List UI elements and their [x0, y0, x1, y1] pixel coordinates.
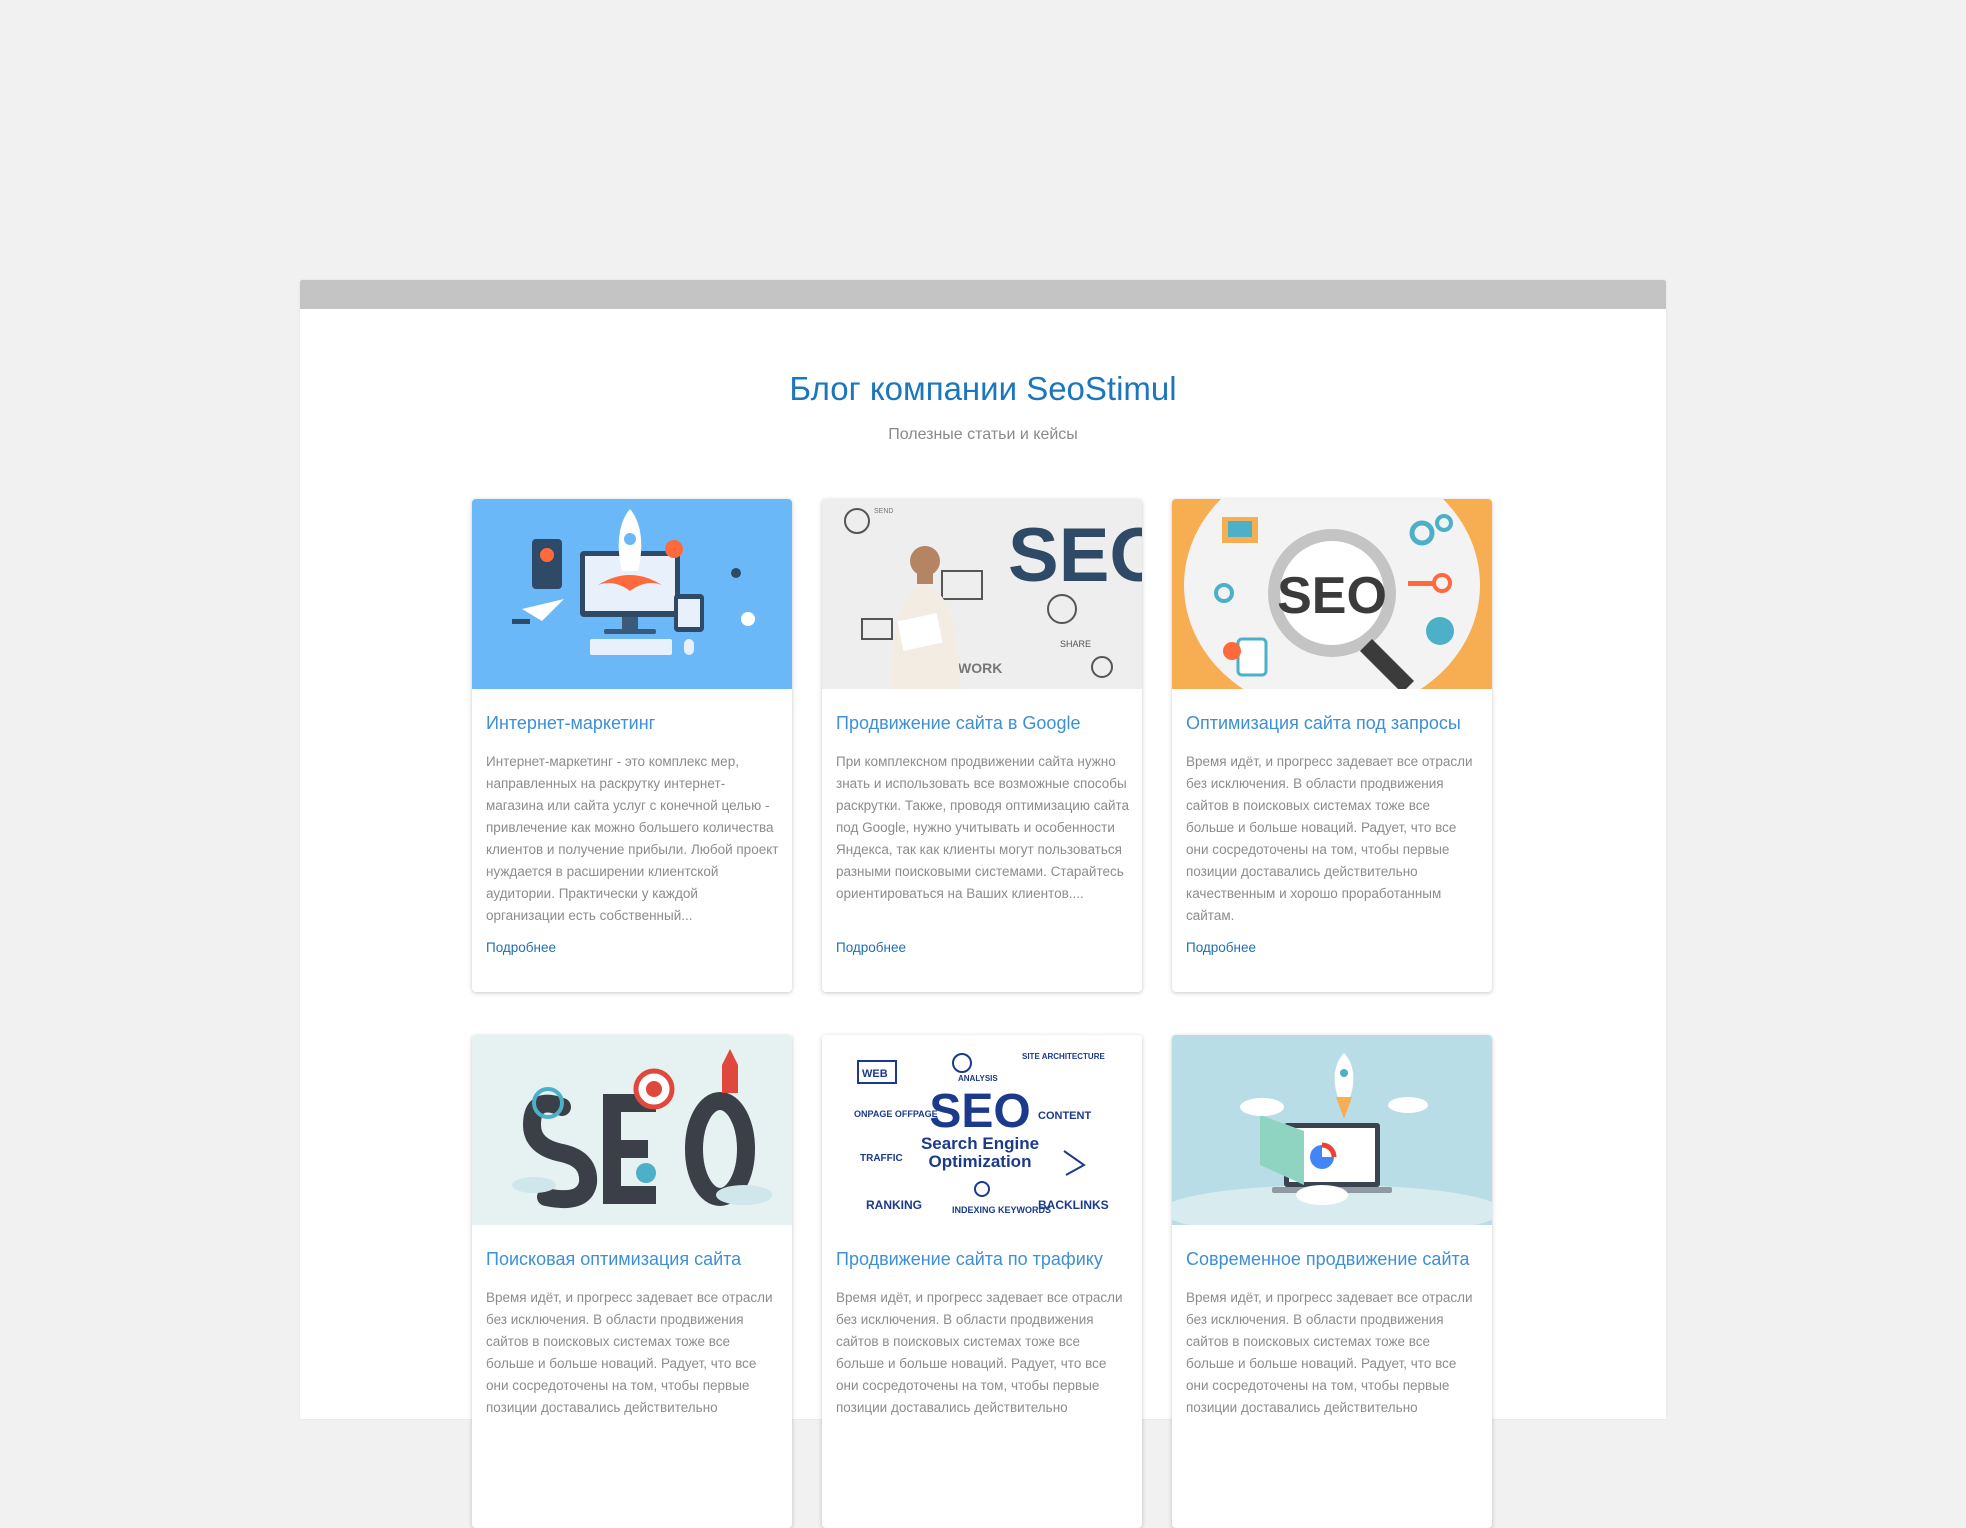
svg-text:WEB: WEB — [862, 1068, 888, 1080]
page-subtitle: Полезные статьи и кейсы — [888, 426, 1078, 443]
blog-card-google-promotion[interactable]: SEO SHARE NETWORK SEND Продвижение сайта… — [822, 499, 1142, 992]
page-title: Блог компании SeoStimul — [789, 370, 1177, 407]
card-title[interactable]: Оптимизация сайта под запросы — [1186, 711, 1482, 735]
svg-text:SHARE: SHARE — [1060, 639, 1091, 649]
card-title[interactable]: Интернет-маркетинг — [486, 711, 782, 735]
svg-text:Optimization: Optimization — [929, 1152, 1032, 1171]
svg-text:ANALYSIS: ANALYSIS — [958, 1074, 998, 1083]
card-excerpt: Время идёт, и прогресс задевает все отра… — [1186, 1290, 1473, 1415]
man-with-seo-doodles-photo[interactable]: SEO SHARE NETWORK SEND — [822, 499, 1142, 689]
svg-text:INDEXING KEYWORDS: INDEXING KEYWORDS — [952, 1205, 1051, 1215]
seo-magnifier-illustration[interactable]: SEO — [1172, 499, 1492, 689]
card-excerpt: Время идёт, и прогресс задевает все отра… — [486, 1290, 773, 1415]
seo-doodle-words-illustration[interactable]: SEO Search Engine Optimization WEB ANALY… — [822, 1035, 1142, 1225]
svg-text:SEO: SEO — [929, 1085, 1030, 1138]
svg-text:ONPAGE OFFPAGE: ONPAGE OFFPAGE — [854, 1109, 938, 1119]
svg-text:Search Engine: Search Engine — [921, 1134, 1039, 1153]
svg-text:SITE ARCHITECTURE: SITE ARCHITECTURE — [1022, 1052, 1105, 1061]
svg-text:BACKLINKS: BACKLINKS — [1038, 1198, 1109, 1212]
seo-doodle-text: SEO — [1008, 513, 1142, 598]
read-more-link[interactable]: Подробнее — [836, 940, 906, 955]
svg-text:CONTENT: CONTENT — [1038, 1110, 1091, 1122]
window-title-bar — [300, 280, 1666, 309]
rocket-marketing-illustration[interactable] — [472, 499, 792, 689]
card-title[interactable]: Современное продвижение сайта — [1186, 1247, 1482, 1271]
blog-window: Блог компании SeoStimul Полезные статьи … — [300, 280, 1666, 1528]
blog-card-query-optimization[interactable]: SEO Оптимизация сайта под запросы Время … — [1172, 499, 1492, 992]
rocket-laptop-google-illustration[interactable] — [1172, 1035, 1492, 1225]
blog-card-modern-promotion[interactable]: Современное продвижение сайта Время идёт… — [1172, 1035, 1492, 1528]
read-more-link[interactable]: Подробнее — [1186, 940, 1256, 955]
blog-card-traffic-promotion[interactable]: SEO Search Engine Optimization WEB ANALY… — [822, 1035, 1142, 1528]
svg-text:SEND: SEND — [874, 508, 893, 515]
svg-text:TRAFFIC: TRAFFIC — [860, 1153, 903, 1164]
blog-card-internet-marketing[interactable]: Интернет-маркетинг Интернет-маркетинг - … — [472, 499, 792, 992]
card-excerpt: При комплексном продвижении сайта нужно … — [836, 754, 1130, 901]
card-excerpt: Интернет-маркетинг - это комплекс мер, н… — [486, 754, 779, 923]
seo-letters-road-illustration[interactable] — [472, 1035, 792, 1225]
blog-card-search-optimization[interactable]: Поисковая оптимизация сайта Время идёт, … — [472, 1035, 792, 1528]
card-title[interactable]: Продвижение сайта по трафику — [836, 1247, 1132, 1271]
read-more-link[interactable]: Подробнее — [486, 940, 556, 955]
card-excerpt: Время идёт, и прогресс задевает все отра… — [836, 1290, 1123, 1415]
seo-lens-text: SEO — [1277, 567, 1387, 625]
card-excerpt: Время идёт, и прогресс задевает все отра… — [1186, 754, 1473, 923]
svg-text:RANKING: RANKING — [866, 1198, 922, 1212]
card-title[interactable]: Продвижение сайта в Google — [836, 711, 1132, 735]
card-title[interactable]: Поисковая оптимизация сайта — [486, 1247, 782, 1271]
